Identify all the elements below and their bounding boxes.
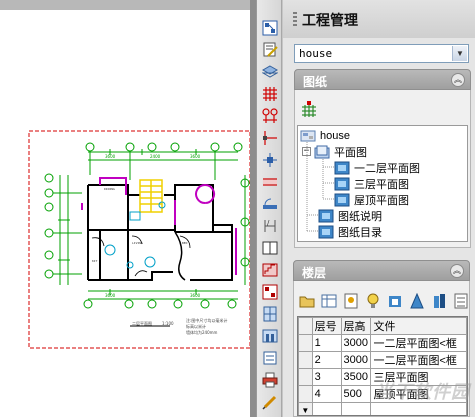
svg-text:DINING: DINING — [104, 187, 115, 191]
cell-file[interactable]: 一二层平面图<框 — [370, 334, 467, 352]
table-row[interactable]: 2 3000 一二层平面图<框 — [298, 351, 467, 369]
stair-icon[interactable] — [259, 260, 280, 280]
tree-item-label: 图纸目录 — [338, 226, 382, 239]
svg-text:2400: 2400 — [150, 154, 161, 159]
row-header[interactable] — [298, 351, 313, 369]
drawing-tree[interactable]: house − 平面图 一二层平面图 三层平面图 屋顶平面图 图纸说明 图纸目录 — [297, 125, 468, 242]
elevation-icon[interactable] — [259, 304, 280, 324]
cell-floor-no[interactable]: 2 — [311, 351, 342, 369]
lightbulb-icon[interactable] — [365, 293, 381, 310]
floor-toolbar — [297, 290, 468, 312]
print-icon[interactable] — [259, 370, 280, 390]
project-select-value: house — [299, 47, 333, 60]
drawings-section-header[interactable]: 图纸 ︽ — [294, 69, 471, 90]
row-header[interactable] — [298, 385, 313, 403]
column-icon[interactable] — [259, 128, 280, 148]
door-window-icon[interactable] — [259, 194, 280, 214]
project-select[interactable]: house ▼ — [294, 44, 469, 63]
svg-text:KIT: KIT — [92, 259, 98, 263]
axis-label-icon[interactable] — [259, 106, 280, 126]
section-icon[interactable] — [259, 326, 280, 346]
cell-floor-height[interactable]: 500 — [340, 385, 372, 403]
drag-grip-icon[interactable] — [293, 12, 297, 26]
svg-text:二层平面图: 二层平面图 — [132, 320, 152, 326]
drawings-section-title: 图纸 — [303, 75, 328, 89]
table-corner — [298, 317, 313, 335]
tree-item-drawing[interactable]: 一二层平面图 — [334, 160, 420, 175]
cell-floor-no[interactable]: 3 — [311, 368, 342, 386]
window-icon[interactable]: / — [259, 216, 280, 236]
panel-title: 工程管理 — [302, 12, 358, 28]
tree-item-label: 图纸说明 — [338, 210, 382, 223]
floors-section-header[interactable]: 楼层 ︽ — [293, 260, 470, 281]
svg-text:BED: BED — [182, 241, 188, 245]
tree-lines — [306, 142, 335, 232]
room-icon[interactable] — [259, 238, 280, 258]
pencil-icon[interactable] — [259, 392, 280, 412]
project-manager-icon[interactable] — [259, 18, 280, 38]
panel-titlebar[interactable]: 工程管理 — [283, 0, 475, 38]
axis-grid-icon[interactable] — [259, 84, 280, 104]
chevron-down-icon[interactable]: ▼ — [452, 46, 467, 61]
svg-text:3600: 3600 — [105, 293, 116, 298]
tree-item-label: 一二层平面图 — [354, 162, 420, 175]
svg-text:注:图中尺寸均以毫米计: 注:图中尺寸均以毫米计 — [186, 317, 227, 323]
tower-icon[interactable] — [431, 293, 447, 310]
floor-plan-drawing[interactable]: DINING LIVING BED KIT 二层平面图 1:100 注:图中尺寸均以毫… — [0, 0, 250, 417]
floors-section-title: 楼层 — [302, 266, 327, 280]
svg-text:3600: 3600 — [105, 154, 116, 159]
add-drawing-icon[interactable] — [300, 101, 318, 122]
layers-icon[interactable] — [259, 62, 280, 82]
wall-icon[interactable] — [259, 172, 280, 192]
svg-text:墙体均为240mm: 墙体均为240mm — [186, 329, 218, 335]
cell-floor-height[interactable]: 3000 — [340, 351, 372, 369]
vertical-toolbar: / — [256, 0, 282, 417]
table-header-row: 层号 层高 文件 — [298, 317, 467, 335]
tree-item-label: 三层平面图 — [354, 178, 409, 191]
cell-floor-no[interactable]: 1 — [311, 334, 342, 352]
cell-file[interactable]: 一二层平面图<框 — [370, 351, 467, 369]
svg-text:1:100: 1:100 — [162, 321, 174, 326]
new-row-marker-icon[interactable]: ▼ — [298, 402, 313, 415]
cell-floor-height[interactable]: 3500 — [340, 368, 372, 386]
watermark: 当下软件园 — [375, 382, 470, 402]
svg-text:3600: 3600 — [190, 154, 201, 159]
table-row-new[interactable]: ▼ — [298, 402, 467, 415]
detail-icon[interactable] — [259, 348, 280, 368]
cell-floor-no[interactable]: 4 — [311, 385, 342, 403]
column-header-floor-no[interactable]: 层号 — [311, 317, 342, 335]
stack-icon[interactable] — [453, 293, 469, 310]
cell-floor-height[interactable]: 3000 — [340, 334, 372, 352]
row-header[interactable] — [298, 368, 313, 386]
table-row[interactable]: 1 3000 一二层平面图<框 — [298, 334, 467, 352]
open-folder-icon[interactable] — [299, 293, 315, 310]
chevron-up-icon[interactable]: ︽ — [450, 264, 464, 278]
svg-text:标高以米计: 标高以米计 — [186, 323, 206, 329]
insert-floor-icon[interactable] — [343, 293, 359, 310]
tree-item-drawing[interactable]: 三层平面图 — [334, 176, 409, 191]
building-icon[interactable] — [409, 293, 425, 310]
tree-item-label: 平面图 — [334, 146, 367, 159]
column-header-floor-height[interactable]: 层高 — [340, 317, 372, 335]
column-header-file[interactable]: 文件 — [370, 317, 467, 335]
symbol-icon[interactable] — [259, 282, 280, 302]
svg-text:3600: 3600 — [190, 293, 201, 298]
edit-document-icon[interactable] — [259, 40, 280, 60]
tree-item-label: 屋顶平面图 — [354, 194, 409, 207]
model-icon[interactable] — [387, 293, 403, 310]
chevron-up-icon[interactable]: ︽ — [451, 73, 465, 87]
drawing-canvas[interactable]: DINING LIVING BED KIT 二层平面图 1:100 注:图中尺寸均以毫… — [0, 0, 256, 417]
row-header[interactable] — [298, 334, 313, 352]
tree-item-drawing[interactable]: 屋顶平面图 — [334, 192, 409, 207]
column-place-icon[interactable] — [259, 150, 280, 170]
floor-table-icon[interactable] — [321, 293, 337, 310]
svg-text:LIVING: LIVING — [132, 241, 143, 245]
